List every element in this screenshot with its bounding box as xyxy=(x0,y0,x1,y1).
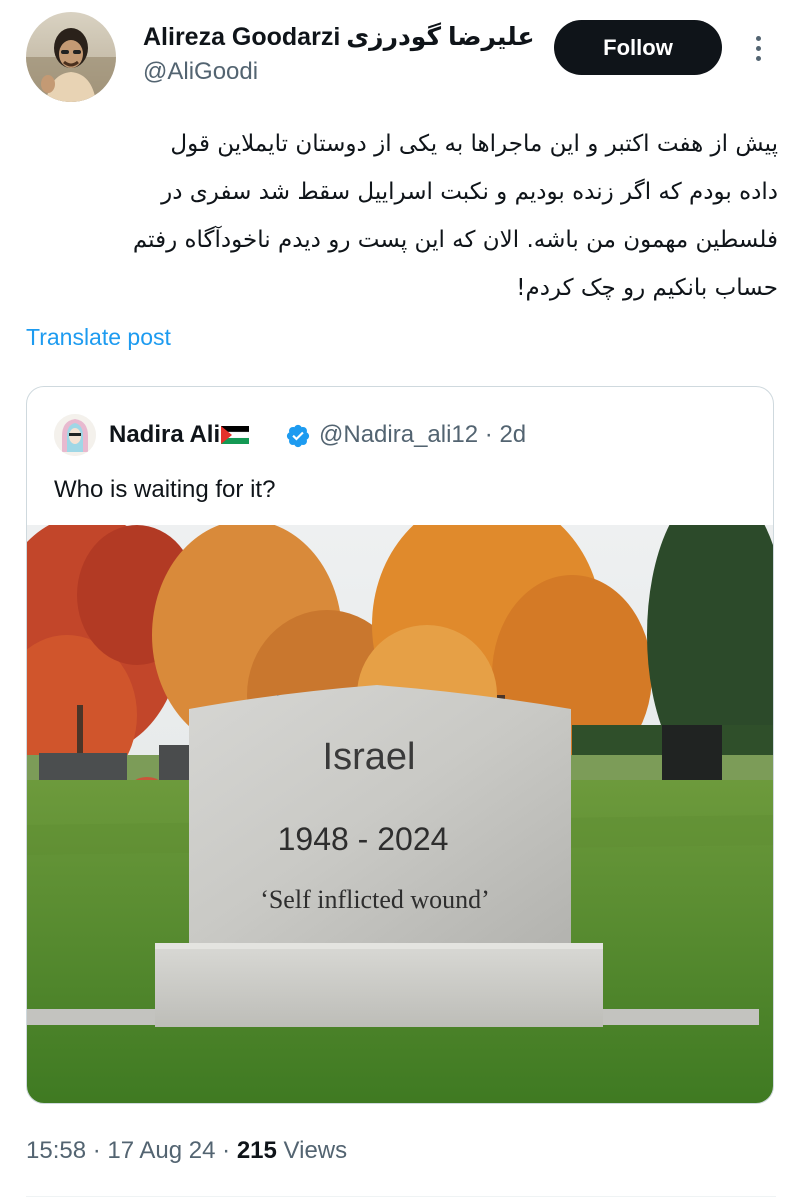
tweet-line: داده بودم که اگر زنده بودیم و نکبت اسرای… xyxy=(161,179,778,205)
palestine-flag-icon xyxy=(220,423,250,444)
post-timestamp[interactable]: 15:58 · 17 Aug 24 · xyxy=(26,1137,237,1164)
stone-quote: ‘Self inflicted wound’ xyxy=(260,885,490,914)
quoted-post-card[interactable]: Nadira Ali @Nadira_ali12 · 2d Who is wai… xyxy=(26,386,774,1104)
post-meta: 15:58 · 17 Aug 24 · 215 Views xyxy=(26,1137,347,1165)
tweet-page: Alireza Goodarzi علیرضا گودرزی @AliGoodi … xyxy=(0,0,802,1200)
views-count: 215 xyxy=(236,1137,277,1164)
quoted-handle-time[interactable]: @Nadira_ali12 · 2d xyxy=(319,421,526,449)
author-name-line[interactable]: Alireza Goodarzi علیرضا گودرزی xyxy=(143,22,535,52)
verified-badge-icon xyxy=(285,423,311,449)
quoted-author-name-line[interactable]: Nadira Ali xyxy=(109,421,250,449)
stone-years: 1948 - 2024 xyxy=(278,821,449,857)
quoted-post-time[interactable]: · 2d xyxy=(485,421,526,448)
more-dots-icon[interactable] xyxy=(744,28,772,68)
stone-title: Israel xyxy=(323,736,416,778)
author-name-fa[interactable]: علیرضا گودرزی xyxy=(346,23,534,51)
translate-post-link[interactable]: Translate post xyxy=(26,324,171,351)
quoted-author-avatar[interactable] xyxy=(54,414,96,456)
author-avatar[interactable] xyxy=(26,12,116,102)
views-label: Views xyxy=(276,1137,348,1164)
tweet-line: فلسطین مهمون من باشه. الان که این پست رو… xyxy=(132,227,778,253)
quoted-author-handle[interactable]: @Nadira_ali12 xyxy=(319,421,478,448)
tweet-text: پیش از هفت اکتبر و این ماجراها به یکی از… xyxy=(26,120,778,312)
divider xyxy=(26,1196,776,1197)
quoted-author-name[interactable]: Nadira Ali xyxy=(109,421,220,448)
author-handle[interactable]: @AliGoodi xyxy=(143,58,258,86)
follow-button[interactable]: Follow xyxy=(554,20,722,75)
author-name[interactable]: Alireza Goodarzi xyxy=(143,23,340,51)
quoted-post-text: Who is waiting for it? xyxy=(54,476,276,503)
tweet-line: پیش از هفت اکتبر و این ماجراها به یکی از… xyxy=(170,131,778,157)
quoted-post-image[interactable]: Israel 1948 - 2024 ‘Self inflicted wound… xyxy=(27,485,773,1103)
tweet-line: حساب بانکیم رو چک کردم! xyxy=(516,275,778,301)
